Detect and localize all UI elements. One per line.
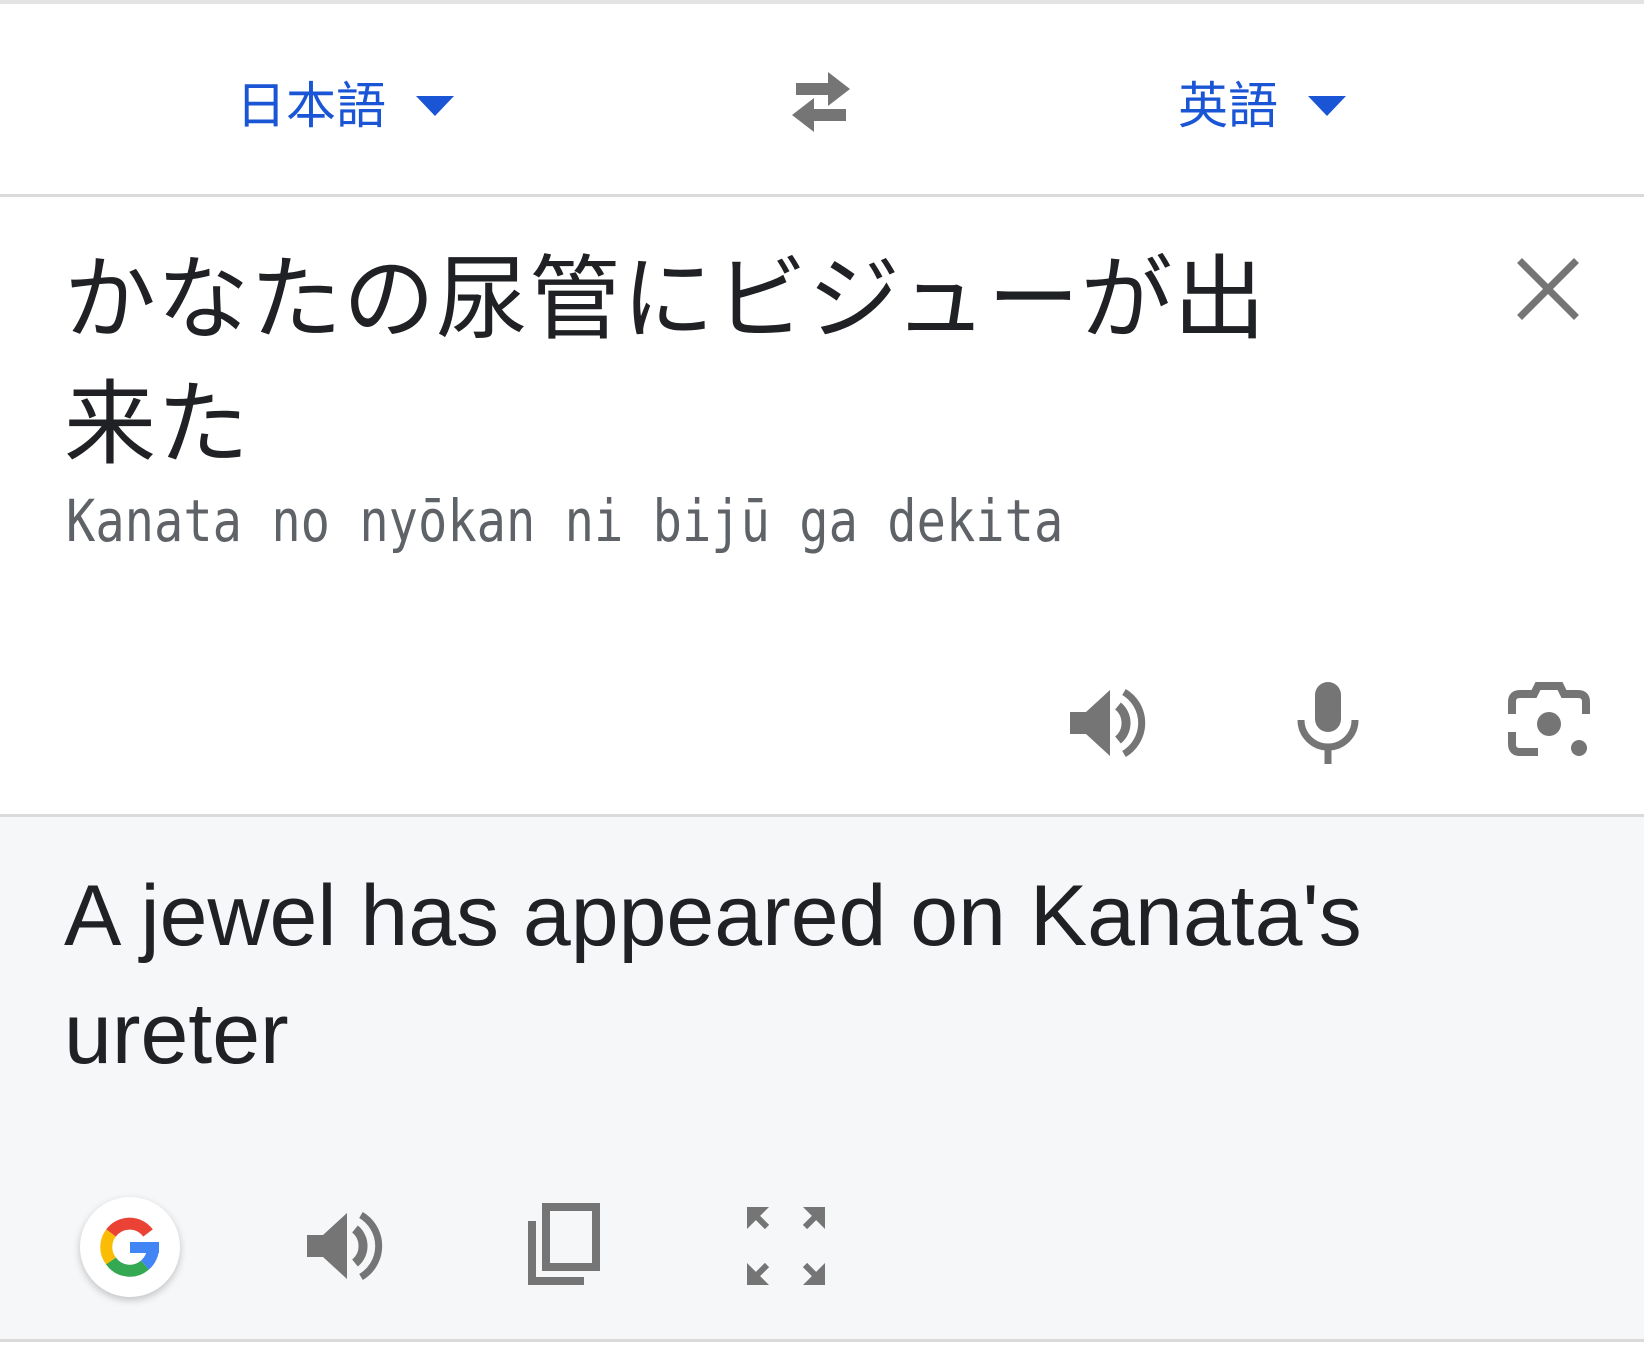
source-language-selector[interactable]: 日本語 xyxy=(236,62,454,142)
clear-icon xyxy=(1517,258,1579,320)
speaker-icon xyxy=(1070,688,1146,758)
fullscreen-icon xyxy=(747,1207,825,1285)
target-language-label: 英語 xyxy=(1178,77,1278,135)
source-language-label: 日本語 xyxy=(236,77,386,135)
source-speak-button[interactable] xyxy=(1062,678,1152,768)
speaker-icon xyxy=(307,1211,383,1281)
swap-arrows-icon xyxy=(792,72,850,132)
translation-text: A jewel has appeared on Kanata's ureter xyxy=(64,868,1362,1082)
bottom-divider xyxy=(0,1339,1644,1342)
chevron-down-icon xyxy=(416,96,454,116)
fullscreen-button[interactable] xyxy=(741,1201,831,1291)
google-logo-icon xyxy=(100,1217,159,1277)
microphone-button[interactable] xyxy=(1283,678,1373,768)
copy-button[interactable] xyxy=(518,1201,608,1291)
romanization-text: Kanata no nyōkan ni bijū ga dekita xyxy=(66,487,1064,555)
camera-button[interactable] xyxy=(1504,678,1594,768)
microphone-icon xyxy=(1297,682,1359,764)
language-bar: 日本語 英語 xyxy=(0,4,1644,194)
chevron-down-icon xyxy=(1308,96,1346,116)
google-button[interactable] xyxy=(80,1197,180,1297)
copy-icon xyxy=(528,1203,600,1285)
clear-button[interactable] xyxy=(1508,249,1588,329)
translation-panel: A jewel has appeared on Kanata's ureter xyxy=(0,817,1644,1339)
source-text-input[interactable]: かなたの尿管にビジューが出来た xyxy=(64,237,1334,487)
target-language-selector[interactable]: 英語 xyxy=(1178,62,1346,142)
swap-languages-button[interactable] xyxy=(776,64,866,140)
translation-speak-button[interactable] xyxy=(299,1201,389,1291)
source-panel: かなたの尿管にビジューが出来た Kanata no nyōkan ni bijū… xyxy=(0,197,1644,814)
camera-icon xyxy=(1508,682,1590,756)
